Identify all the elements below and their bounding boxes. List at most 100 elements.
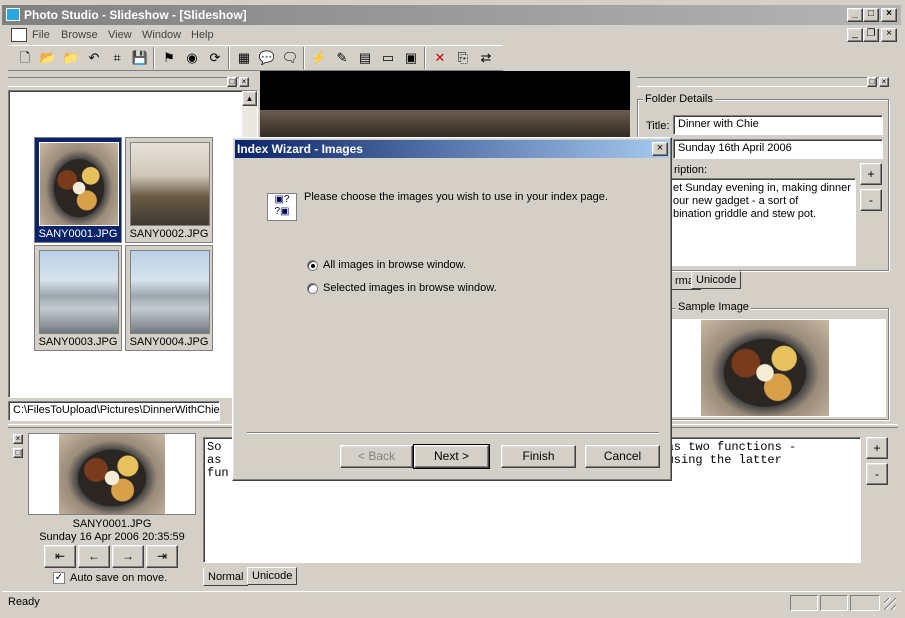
finish-button[interactable]: Finish [501, 445, 576, 468]
present-icon[interactable]: ▣ [400, 47, 422, 69]
move-icon[interactable]: ⇄ [475, 47, 497, 69]
preview-filename: SANY0001.JPG [72, 518, 152, 530]
right-pane-header [637, 77, 887, 87]
menu-help[interactable]: Help [191, 29, 214, 41]
dialog-close-button[interactable]: × [652, 142, 668, 156]
caption-tab-unicode[interactable]: Unicode [247, 567, 298, 585]
description-label: ription: [674, 164, 708, 176]
sample-image-label: Sample Image [676, 301, 751, 313]
copy-icon[interactable]: ⎘ [452, 47, 474, 69]
comment-icon[interactable]: 💬 [256, 47, 278, 69]
right-pane-close-button[interactable]: × [879, 77, 889, 87]
menu-browse[interactable]: Browse [61, 29, 98, 41]
nav-first-button[interactable]: ⇤ [44, 545, 76, 568]
caption-plus-button[interactable]: + [866, 437, 888, 459]
close-button[interactable]: × [881, 8, 897, 22]
thumbnail-image [39, 250, 119, 334]
scroll-up-button[interactable]: ▲ [242, 91, 257, 106]
globe-icon[interactable]: ◉ [181, 47, 203, 69]
delete-icon[interactable]: ✕ [429, 47, 451, 69]
dialog-prompt: Please choose the images you wish to use… [304, 191, 608, 203]
description-plus-button[interactable]: + [860, 163, 882, 185]
sign-icon[interactable]: ⚑ [158, 47, 180, 69]
caption-tab-normal[interactable]: Normal [203, 568, 249, 586]
menu-file[interactable]: File [32, 29, 50, 41]
refresh-icon[interactable]: ⟳ [204, 47, 226, 69]
table-icon[interactable]: ▤ [354, 47, 376, 69]
index-wizard-dialog: Index Wizard - Images × ▣? ?▣ Please choo… [232, 137, 672, 481]
cancel-button[interactable]: Cancel [585, 445, 660, 468]
autosave-checkbox[interactable]: ✓ [53, 572, 65, 584]
bottom-pane-float-button[interactable]: □ [13, 448, 23, 458]
path-field[interactable]: C:\FilesToUpload\Pictures\DinnerWithChie [8, 401, 220, 421]
preview-image [59, 434, 165, 514]
nav-next-button[interactable]: → [112, 545, 144, 568]
thumbnail-filename: SANY0002.JPG [129, 228, 209, 240]
pane-float-button[interactable]: □ [227, 77, 237, 87]
description-textarea[interactable]: et Sunday evening in, making dinner our … [670, 178, 856, 266]
menu-view[interactable]: View [108, 29, 132, 41]
bottom-pane-close-button[interactable]: × [13, 434, 23, 444]
slideshow-icon[interactable]: ▭ [377, 47, 399, 69]
mdi-restore-button[interactable]: ❐ [863, 28, 879, 42]
radio-all-images[interactable] [307, 260, 318, 271]
toolbar-separator [424, 47, 426, 69]
title-input[interactable]: Dinner with Chie [673, 115, 883, 135]
back-button[interactable]: < Back [340, 445, 413, 468]
new-icon[interactable]: 🗋 [14, 47, 36, 69]
next-button[interactable]: Next > [413, 444, 490, 469]
thumbnail-filename: SANY0004.JPG [129, 336, 209, 348]
path-text: C:\FilesToUpload\Pictures\DinnerWithChie [13, 404, 220, 416]
undo-icon[interactable]: ↶ [83, 47, 105, 69]
folder-tab-unicode[interactable]: Unicode [691, 271, 742, 289]
scan-icon[interactable]: ⌗ [106, 47, 128, 69]
radio-all-images-label[interactable]: All images in browse window. [323, 259, 466, 271]
thumbnail-item[interactable]: SANY0001.JPG [34, 137, 122, 243]
html-wand-icon[interactable]: ✎ [331, 47, 353, 69]
radio-selected-images[interactable] [307, 283, 318, 294]
dialog-title: Index Wizard - Images [237, 142, 363, 156]
right-pane-float-button[interactable]: □ [867, 77, 877, 87]
app-icon [6, 8, 20, 21]
mdi-close-button[interactable]: × [881, 28, 897, 42]
nav-last-button[interactable]: ⇥ [146, 545, 178, 568]
nav-prev-button[interactable]: ← [78, 545, 110, 568]
save-icon[interactable]: 💾 [129, 47, 151, 69]
description-minus-button[interactable]: - [860, 189, 882, 211]
doc-icon [11, 28, 27, 42]
status-panel-1 [790, 595, 818, 611]
radio-selected-images-label[interactable]: Selected images in browse window. [323, 282, 497, 294]
description-line-3: bination griddle and stew pot. [673, 208, 817, 220]
pane-close-button[interactable]: × [239, 77, 249, 87]
mdi-minimize-button[interactable]: _ [847, 28, 863, 42]
thumbnail-item[interactable]: SANY0003.JPG [34, 245, 122, 351]
caption-minus-button[interactable]: - [866, 463, 888, 485]
maximize-button[interactable]: □ [863, 8, 879, 22]
menu-window[interactable]: Window [142, 29, 181, 41]
toolbar-separator [228, 47, 230, 69]
title-bar: Photo Studio - Slideshow - [Slideshow] _… [2, 5, 901, 25]
title-input-value: Dinner with Chie [678, 118, 759, 130]
dialog-divider [247, 432, 659, 434]
open-icon[interactable]: 📂 [37, 47, 59, 69]
thumbnail-filename: SANY0001.JPG [38, 228, 118, 240]
browse-pane-header [8, 77, 243, 87]
minimize-button[interactable]: _ [847, 8, 863, 22]
dialog-title-bar: Index Wizard - Images [235, 140, 669, 158]
description-line-2: our new gadget - a sort of [673, 195, 799, 207]
main-image-photo [260, 110, 630, 140]
status-text: Ready [8, 596, 40, 608]
open-folder-icon[interactable]: 📁 [60, 47, 82, 69]
date-input[interactable]: Sunday 16th April 2006 [673, 139, 883, 159]
folder-details-label: Folder Details [643, 93, 715, 105]
description-line-1: et Sunday evening in, making dinner [673, 182, 851, 194]
menu-bar: File Browse View Window Help _ ❐ × [0, 27, 905, 45]
thumbnail-filename: SANY0003.JPG [38, 336, 118, 348]
thumbnail-item[interactable]: SANY0004.JPG [125, 245, 213, 351]
size-grip-icon[interactable] [884, 598, 896, 610]
date-input-value: Sunday 16th April 2006 [678, 142, 792, 154]
grid-icon[interactable]: ▦ [233, 47, 255, 69]
comments-icon[interactable]: 🗨 [279, 47, 301, 69]
wand-icon[interactable]: ⚡ [308, 47, 330, 69]
thumbnail-item[interactable]: SANY0002.JPG [125, 137, 213, 243]
